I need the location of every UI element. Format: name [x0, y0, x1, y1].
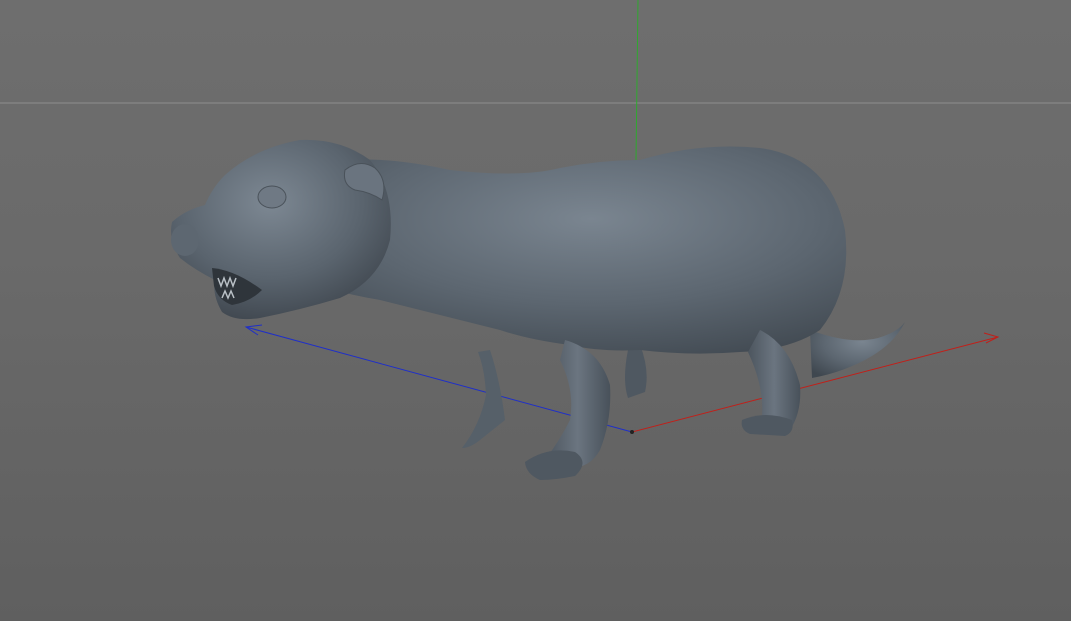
near-front-leg — [545, 340, 611, 468]
x-axis-arrow — [983, 332, 1000, 344]
near-hind-paw — [741, 415, 793, 436]
far-hind-leg — [625, 345, 647, 398]
world-origin — [630, 430, 634, 434]
otter-model[interactable] — [171, 139, 905, 480]
otter-eye — [257, 185, 287, 209]
near-hind-leg — [748, 330, 801, 430]
viewport-canvas[interactable] — [0, 0, 1071, 621]
3d-viewport[interactable] — [0, 0, 1071, 621]
otter-tail — [810, 322, 905, 378]
otter-nose — [171, 224, 199, 256]
y-axis-line — [635, 0, 639, 161]
far-front-leg — [462, 350, 505, 448]
z-axis-arrow — [244, 324, 263, 336]
near-front-paw — [525, 450, 583, 480]
